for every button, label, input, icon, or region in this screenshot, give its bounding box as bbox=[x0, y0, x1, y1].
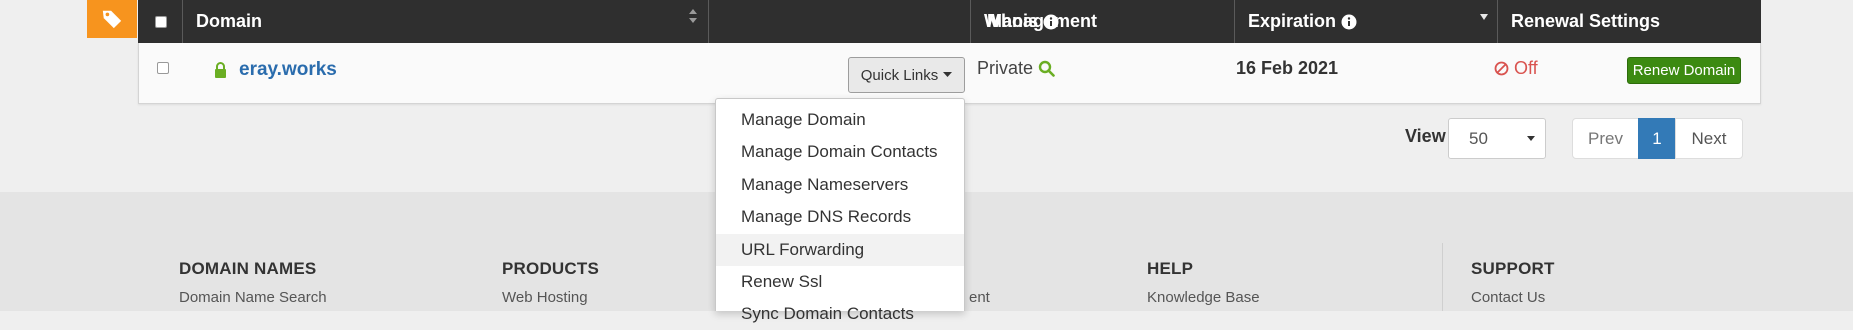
search-icon[interactable] bbox=[1038, 60, 1055, 77]
header-divider bbox=[970, 0, 971, 43]
quick-links-button[interactable]: Quick Links bbox=[848, 57, 965, 93]
info-icon[interactable] bbox=[1043, 14, 1059, 30]
sort-desc-icon[interactable] bbox=[1479, 13, 1489, 21]
header-whois-label: Whois bbox=[984, 11, 1038, 31]
menu-item-manage-nameservers[interactable]: Manage Nameservers bbox=[716, 169, 964, 201]
per-page-select[interactable]: 50 bbox=[1448, 118, 1546, 159]
footer-title-products: PRODUCTS bbox=[502, 259, 599, 278]
menu-item-sync-domain-contacts[interactable]: Sync Domain Contacts bbox=[716, 298, 964, 330]
footer-link-domain-name-search[interactable]: Domain Name Search bbox=[179, 289, 327, 306]
header-expiration-label: Expiration bbox=[1248, 11, 1337, 31]
header-divider bbox=[1234, 0, 1235, 43]
domain-table-header: Domain Management Whois Expiration Renew… bbox=[138, 0, 1761, 43]
next-page-button[interactable]: Next bbox=[1675, 118, 1743, 159]
caret-down-icon bbox=[943, 72, 953, 77]
menu-item-renew-ssl[interactable]: Renew Ssl bbox=[716, 266, 964, 298]
prev-page-button[interactable]: Prev bbox=[1572, 118, 1639, 159]
header-whois: Whois bbox=[984, 0, 1059, 43]
sort-icon[interactable] bbox=[688, 8, 698, 24]
lock-icon bbox=[215, 62, 226, 78]
select-all-cell[interactable] bbox=[155, 0, 167, 43]
footer-divider bbox=[1442, 243, 1443, 311]
quick-links-menu: Manage Domain Manage Domain Contacts Man… bbox=[715, 98, 965, 323]
whois-status-label: Private bbox=[977, 58, 1034, 78]
header-divider bbox=[1497, 0, 1498, 43]
menu-item-manage-dns-records[interactable]: Manage DNS Records bbox=[716, 201, 964, 233]
footer-link-knowledge-base[interactable]: Knowledge Base bbox=[1147, 289, 1260, 306]
tag-badge[interactable] bbox=[87, 0, 137, 38]
page-1-button[interactable]: 1 bbox=[1638, 118, 1676, 159]
ban-icon bbox=[1494, 61, 1509, 76]
footer-title-domain-names: DOMAIN NAMES bbox=[179, 259, 317, 278]
header-domain[interactable]: Domain bbox=[196, 0, 262, 43]
header-renewal-settings: Renewal Settings bbox=[1511, 11, 1661, 31]
whois-status: Private bbox=[977, 58, 1055, 79]
menu-item-manage-domain[interactable]: Manage Domain bbox=[716, 104, 964, 136]
footer-link-partial[interactable]: ent bbox=[969, 289, 990, 306]
renew-domain-button[interactable]: Renew Domain bbox=[1627, 57, 1741, 84]
view-label: View bbox=[1405, 126, 1446, 146]
header-expiration[interactable]: Expiration bbox=[1248, 0, 1357, 43]
caret-down-icon bbox=[1527, 136, 1535, 141]
select-all-checkbox[interactable] bbox=[155, 15, 167, 28]
menu-item-manage-domain-contacts[interactable]: Manage Domain Contacts bbox=[716, 136, 964, 168]
footer-link-web-hosting[interactable]: Web Hosting bbox=[502, 289, 588, 306]
footer-link-contact-us[interactable]: Contact Us bbox=[1471, 289, 1545, 306]
header-divider bbox=[182, 0, 183, 43]
auto-renew-toggle[interactable]: Off bbox=[1494, 58, 1538, 79]
per-page-value: 50 bbox=[1469, 128, 1488, 148]
domain-link[interactable]: eray.works bbox=[239, 59, 337, 81]
quick-links-label: Quick Links bbox=[860, 66, 939, 84]
row-checkbox[interactable] bbox=[157, 62, 169, 74]
footer-title-help: HELP bbox=[1147, 259, 1194, 278]
tag-icon bbox=[102, 10, 122, 29]
expiration-date: 16 Feb 2021 bbox=[1236, 58, 1339, 78]
menu-item-url-forwarding[interactable]: URL Forwarding bbox=[716, 234, 964, 266]
info-icon[interactable] bbox=[1341, 14, 1357, 30]
footer-title-support: SUPPORT bbox=[1471, 259, 1555, 278]
auto-renew-label: Off bbox=[1514, 58, 1538, 78]
